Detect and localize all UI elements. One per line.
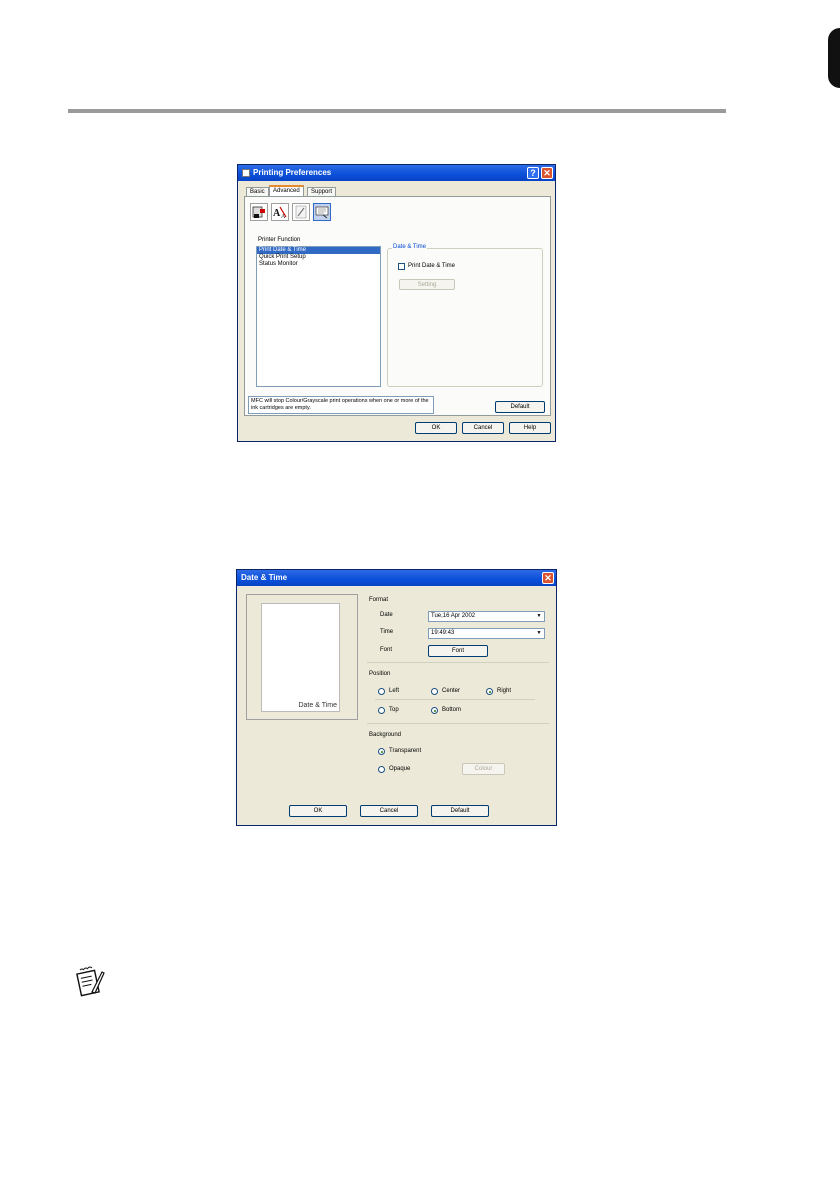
title-bar[interactable]: Date & Time ✕: [237, 570, 556, 586]
font-button[interactable]: Font: [428, 645, 488, 657]
ok-button[interactable]: OK: [415, 422, 457, 434]
window-title: Printing Preferences: [253, 168, 332, 177]
preview-frame: Date & Time: [246, 594, 358, 720]
printer-function-list[interactable]: Print Date & Time Quick Print Setup Stat…: [256, 246, 381, 387]
device-options-icon[interactable]: [313, 203, 331, 221]
title-bar[interactable]: Printing Preferences ? ✕: [238, 165, 555, 181]
note-icon: [74, 966, 106, 998]
top-radio[interactable]: [378, 707, 385, 714]
opaque-radio[interactable]: [378, 766, 385, 773]
preview-text: Date & Time: [298, 702, 337, 709]
left-radio[interactable]: [378, 688, 385, 695]
page-edge-tab: [828, 28, 840, 88]
divider: [367, 723, 549, 724]
right-label: Right: [497, 688, 512, 694]
time-format-value: 19:49:43: [431, 630, 455, 636]
cancel-button[interactable]: Cancel: [360, 805, 418, 817]
default-button[interactable]: Default: [431, 805, 489, 817]
list-item-print-date-time[interactable]: Print Date & Time: [257, 247, 380, 254]
close-icon[interactable]: ✕: [541, 167, 553, 179]
date-label: Date: [380, 612, 393, 618]
printer-function-label: Printer Function: [258, 237, 301, 243]
help-button[interactable]: Help: [509, 422, 551, 434]
time-format-select[interactable]: 19:49:43 ▼: [428, 628, 545, 639]
printer-settings-icon[interactable]: [250, 203, 268, 221]
date-format-value: Tue,16 Apr 2002: [431, 613, 476, 619]
printer-app-icon: [242, 168, 250, 177]
top-label: Top: [389, 707, 399, 713]
close-icon[interactable]: ✕: [542, 572, 554, 584]
setting-button[interactable]: Setting: [399, 279, 455, 290]
left-label: Left: [389, 688, 400, 694]
opaque-label: Opaque: [389, 766, 411, 772]
divider: [367, 662, 549, 663]
section-rule: [68, 109, 726, 113]
printing-preferences-window: Printing Preferences ? ✕ Basic Advanced …: [237, 164, 556, 442]
transparent-radio[interactable]: [378, 748, 385, 755]
ok-button[interactable]: OK: [289, 805, 347, 817]
date-time-dialog: Date & Time ✕ Date & Time Format Date Tu…: [236, 569, 557, 826]
bottom-label: Bottom: [442, 707, 462, 713]
right-radio[interactable]: [486, 688, 493, 695]
svg-text:A: A: [273, 208, 281, 219]
help-icon[interactable]: ?: [527, 167, 539, 179]
colour-button[interactable]: Colour: [462, 763, 505, 775]
dialog-title: Date & Time: [241, 573, 288, 582]
watermark-icon[interactable]: AA: [271, 203, 289, 221]
tab-advanced[interactable]: Advanced: [269, 185, 304, 196]
center-radio[interactable]: [431, 688, 438, 695]
svg-text:A: A: [281, 214, 286, 220]
print-date-time-label: Print Date & Time: [408, 263, 456, 269]
chevron-down-icon[interactable]: ▼: [535, 630, 543, 637]
position-label: Position: [369, 671, 391, 677]
cancel-button[interactable]: Cancel: [462, 422, 504, 434]
format-label: Format: [369, 597, 389, 603]
background-label: Background: [369, 732, 402, 738]
divider: [375, 699, 535, 700]
chevron-down-icon[interactable]: ▼: [535, 613, 543, 620]
time-label: Time: [380, 629, 394, 635]
preview-page: Date & Time: [261, 603, 340, 712]
center-label: Center: [442, 688, 461, 694]
pen-icon[interactable]: [292, 203, 310, 221]
date-format-select[interactable]: Tue,16 Apr 2002 ▼: [428, 611, 545, 622]
bottom-radio[interactable]: [431, 707, 438, 714]
list-item-status-monitor[interactable]: Status Monitor: [257, 261, 380, 268]
default-button[interactable]: Default: [495, 401, 545, 413]
print-date-time-checkbox[interactable]: [398, 263, 405, 270]
font-label: Font: [380, 647, 393, 653]
status-message: MFC will stop Colour/Grayscale print ope…: [248, 396, 434, 414]
transparent-label: Transparent: [389, 748, 422, 754]
list-item-quick-print-setup[interactable]: Quick Print Setup: [257, 254, 380, 261]
date-time-group-title: Date & Time: [392, 244, 428, 250]
